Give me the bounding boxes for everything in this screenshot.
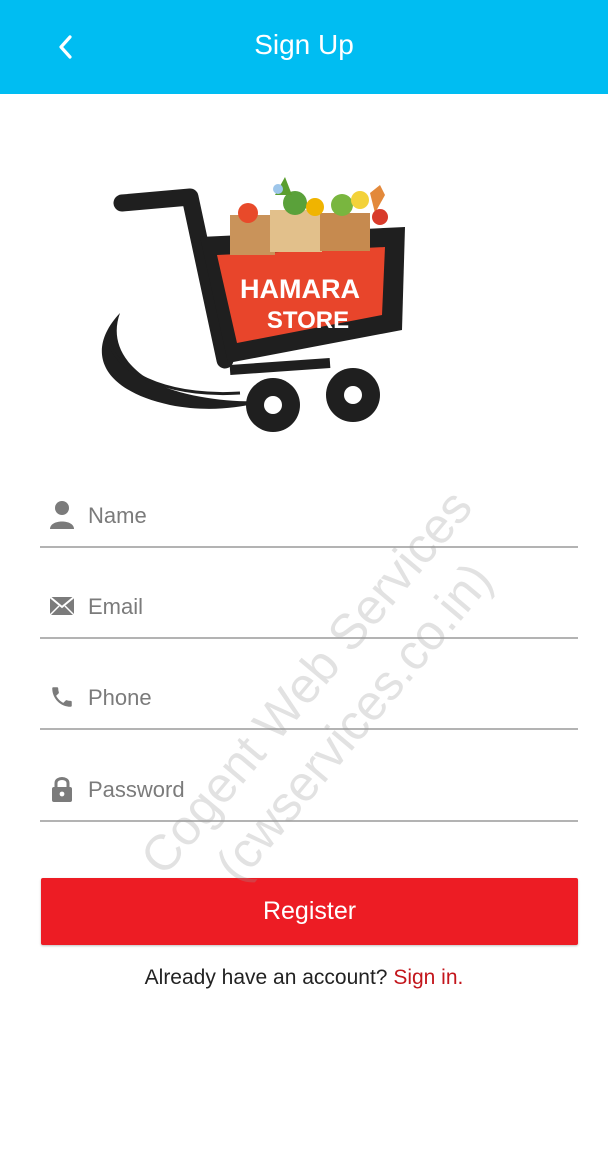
register-button[interactable]: Register — [41, 878, 578, 945]
hamara-store-logo: HAMARA STORE — [101, 177, 405, 432]
person-icon — [48, 500, 76, 530]
phone-input[interactable] — [88, 676, 558, 720]
app-bar: Sign Up — [0, 0, 608, 94]
envelope-icon — [48, 591, 76, 621]
signin-link[interactable]: Sign in. — [393, 966, 463, 989]
signin-prompt-row: Already have an account? Sign in. — [0, 966, 608, 990]
logo-text-line1: HAMARA — [240, 274, 360, 304]
page-title: Sign Up — [254, 29, 354, 60]
logo-text-line2: STORE — [267, 307, 349, 334]
lock-icon — [48, 774, 76, 804]
name-input[interactable] — [88, 494, 558, 538]
name-field — [40, 486, 578, 548]
phone-field — [40, 668, 578, 730]
phone-icon — [48, 682, 76, 712]
password-field — [40, 760, 578, 822]
signup-screen: Sign Up HAMARA STORE Name Email Phone Re… — [0, 0, 608, 1172]
email-input[interactable] — [88, 585, 558, 629]
email-field — [40, 577, 578, 639]
password-input[interactable] — [88, 768, 558, 812]
signin-prompt-text: Already have an account? — [144, 966, 394, 989]
